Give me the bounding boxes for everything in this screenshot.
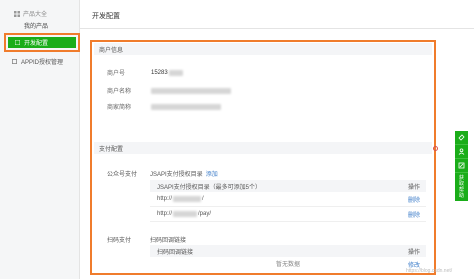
link-icon [458,134,465,141]
help-button[interactable]: 获取帮助 [459,173,465,201]
field-label: 商户名称 [107,89,132,95]
floating-toolbar: 获取帮助 [455,131,468,201]
config-icon [15,40,20,45]
redacted-text [151,103,221,110]
jsapi-dir-table: JSAPI支付授权目录（最多可添加5个） 操作 http:// / 删除 htt… [150,180,426,222]
sidebar: 产品大全 我的产品 开发配置 APPID授权管理 [0,0,80,279]
native-pay-label: 扫码支付 [107,238,132,244]
close-icon[interactable] [433,146,438,151]
table-row: http:// / 删除 [150,192,426,207]
jsapi-dir-label: JSAPI支付授权目录 [150,172,203,178]
table-row: http:// /pay/ 删除 [150,207,426,222]
column-header: 扫码回调链接 [157,249,194,256]
watermark: https://blog.csdn.net/ [406,268,453,274]
section-title: 商户信息 [99,47,124,54]
callback-table: 扫码回调链接 操作 暂无数据 [150,245,426,270]
field-label: 商家简称 [107,105,132,111]
table-header: JSAPI支付授权目录（最多可添加5个） 操作 [150,180,426,192]
merchant-name-row: 商户名称 [107,86,231,95]
redacted-text [173,211,198,217]
callback-link-label: 扫码回调链接 [150,238,187,244]
user-button[interactable] [455,145,468,159]
column-header: JSAPI支付授权目录（最多可添加5个） [157,184,262,191]
person-icon [458,148,465,155]
sidebar-group-label: 产品大全 [23,12,48,18]
sidebar-item-label: APPID授权管理 [21,60,64,66]
dir-url: http:// /pay/ [157,211,211,217]
link-button[interactable] [455,131,468,145]
merchant-short-name-row: 商家简称 [107,102,221,111]
delete-link[interactable]: 删除 [408,210,420,219]
official-account-pay-label: 公众号支付 [107,172,138,178]
redacted-text [151,87,231,94]
sidebar-item-dev-config[interactable]: 开发配置 [8,37,76,48]
header-divider [80,28,474,29]
sidebar-group-products[interactable]: 产品大全 [14,9,47,18]
merchant-id-row: 商户号 15283 [107,68,183,77]
sidebar-item-my-products[interactable]: 我的产品 [24,21,48,30]
grid-icon [14,10,20,17]
sidebar-item-label: 开发配置 [24,41,49,47]
add-dir-link[interactable]: 添加 [206,169,218,178]
appid-icon [12,59,17,64]
sidebar-item-appid[interactable]: APPID授权管理 [12,57,63,66]
url-prefix: http:// [157,211,173,217]
jsapi-dir-title: JSAPI支付授权目录 添加 [150,169,218,178]
url-suffix: /pay/ [198,211,212,217]
merchant-info-header: 商户信息 [94,43,432,55]
merchant-id-value: 15283 [151,69,168,76]
table-header: 扫码回调链接 操作 [150,245,426,257]
empty-text: 暂无数据 [275,262,300,268]
column-header-op: 操作 [407,249,420,256]
edit-button[interactable] [455,159,468,173]
url-suffix: / [202,196,204,202]
edit-icon [458,162,465,169]
pay-config-header: 支付配置 [94,142,432,154]
column-header-op: 操作 [407,184,420,191]
delete-link[interactable]: 删除 [408,195,420,204]
redacted-text [168,69,183,76]
redacted-text [173,196,202,202]
empty-state: 暂无数据 [150,257,426,270]
page-title: 开发配置 [92,13,120,20]
section-title: 支付配置 [99,146,124,153]
url-prefix: http:// [157,196,173,202]
active-item-highlight: 开发配置 [4,33,80,52]
field-label: 商户号 [107,71,126,77]
dir-url: http:// / [157,196,204,202]
